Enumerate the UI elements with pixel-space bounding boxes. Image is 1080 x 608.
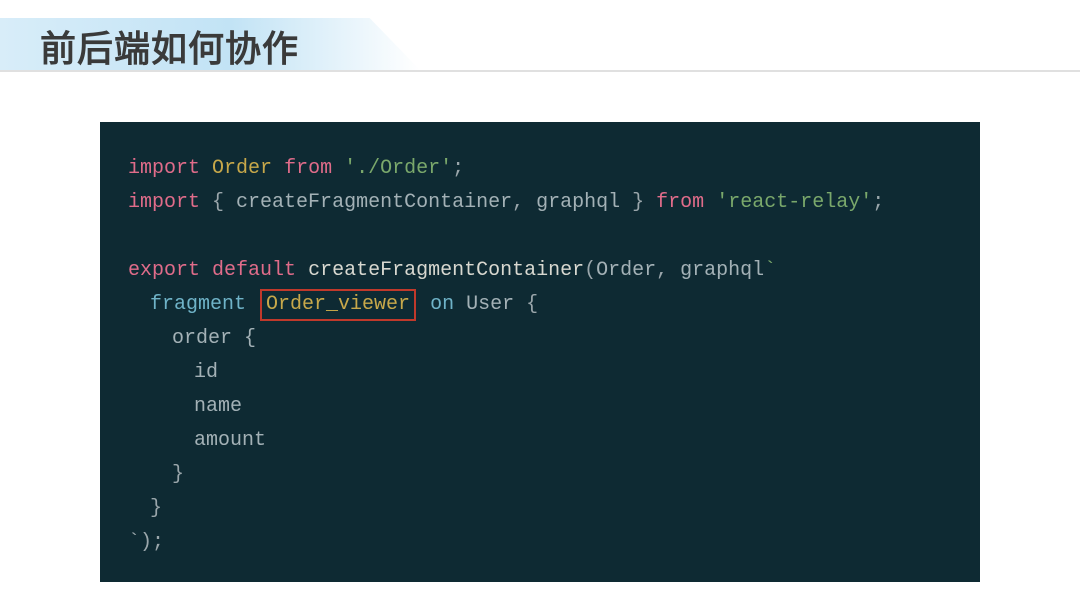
semicolon: ; (452, 157, 464, 180)
fragment-name: Order_viewer (266, 293, 410, 316)
code-line-order: order { (128, 322, 952, 356)
arg-order: Order (596, 259, 656, 282)
code-line-amount: amount (128, 424, 952, 458)
code-block: import Order from './Order'; import { cr… (100, 122, 980, 582)
fn-create-fragment: createFragmentContainer (308, 259, 584, 282)
field-id: id (128, 356, 218, 390)
highlight-box: Order_viewer (260, 289, 416, 321)
keyword-from: from (284, 157, 332, 180)
slide-title-bar: 前后端如何协作 (0, 0, 1080, 72)
string-path-relay: 'react-relay' (716, 191, 872, 214)
comma: , (656, 259, 680, 282)
semicolon: ; (872, 191, 884, 214)
field-name: name (128, 390, 242, 424)
keyword-import: import (128, 157, 200, 180)
ident-create-fragment: createFragmentContainer (236, 191, 512, 214)
code-line-close-1: } (128, 458, 952, 492)
ident-graphql: graphql (536, 191, 620, 214)
code-line-export: export default createFragmentContainer(O… (128, 254, 952, 288)
brace-close: } (128, 492, 162, 526)
keyword-import: import (128, 191, 200, 214)
brace-open: { (526, 293, 538, 316)
ident-order: Order (212, 157, 272, 180)
brace-close: } (128, 458, 184, 492)
comma: , (512, 191, 536, 214)
keyword-export: export (128, 259, 200, 282)
code-line-name: name (128, 390, 952, 424)
backtick: ` (764, 259, 776, 282)
keyword-on: on (430, 293, 454, 316)
type-user: User (466, 293, 514, 316)
string-path-order: './Order' (344, 157, 452, 180)
field-amount: amount (128, 424, 266, 458)
keyword-default: default (212, 259, 296, 282)
code-line-fragment: fragment Order_viewer on User { (128, 288, 952, 322)
code-line-import-1: import Order from './Order'; (128, 152, 952, 186)
field-order: order { (128, 322, 256, 356)
brace-left: { (212, 191, 236, 214)
keyword-from: from (656, 191, 704, 214)
brace-right: } (620, 191, 644, 214)
code-line-close-tpl: `); (128, 526, 952, 560)
paren-left: ( (584, 259, 596, 282)
code-line-import-2: import { createFragmentContainer, graphq… (128, 186, 952, 220)
blank-line (128, 220, 952, 254)
code-line-close-2: } (128, 492, 952, 526)
keyword-fragment: fragment (150, 293, 246, 316)
arg-graphql: graphql (680, 259, 764, 282)
template-close: `); (128, 531, 164, 554)
code-line-id: id (128, 356, 952, 390)
slide-title: 前后端如何协作 (40, 20, 1080, 72)
